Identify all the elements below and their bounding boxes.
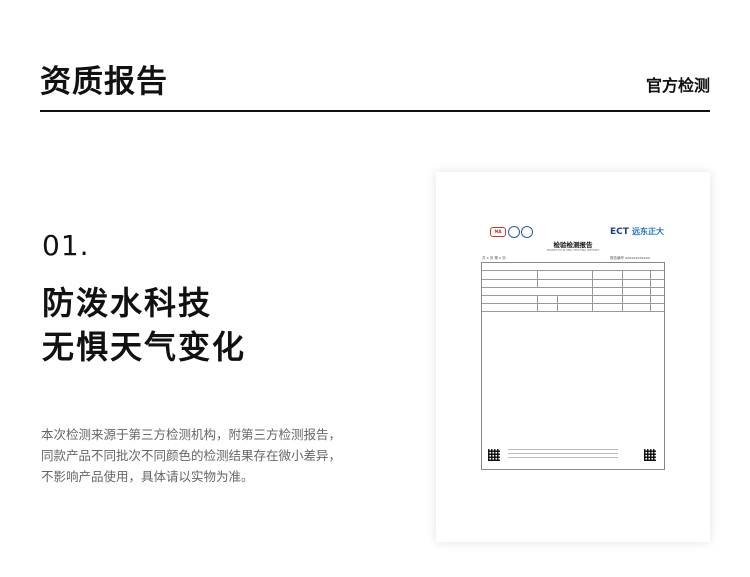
report-qr-right: [644, 449, 656, 461]
header-tag: 官方检测: [645, 76, 710, 95]
brand-logo-text: ECT: [610, 227, 629, 237]
description-line: 本次检测来源于第三方检测机构，附第三方检测报告，: [41, 427, 342, 442]
cert-seal-icon: [508, 226, 520, 238]
report-footer-line: [508, 453, 618, 454]
report-page-info: 共 x 页 第 x 页: [482, 256, 506, 260]
report-subtitle: INSPECTION AND TESTING REPORT: [546, 248, 600, 252]
brand-logo-cn: 远东正大: [632, 227, 665, 236]
table-rule: [482, 287, 664, 288]
table-rule: [557, 295, 558, 311]
report-footer-line: [508, 457, 618, 458]
report-number: 报告编号 xxxxxxxxxxxx: [610, 256, 650, 260]
report-table: [481, 262, 665, 470]
headline-line-1: 防泼水科技: [42, 284, 213, 322]
test-report-image: MA ECT 远东正大 检验检测报告 INSPECTION AND TESTIN…: [436, 172, 710, 542]
headline-line-2: 无惧天气变化: [42, 328, 247, 366]
description-line: 不影响产品使用，具体请以实物为准。: [41, 469, 254, 484]
table-rule: [482, 279, 664, 280]
cert-seal-icon: [521, 226, 533, 238]
table-rule: [482, 311, 664, 312]
table-rule: [482, 295, 664, 296]
table-rule: [622, 270, 623, 311]
header-divider: [40, 110, 710, 112]
page-title: 资质报告: [40, 64, 168, 100]
section-number: 01.: [42, 229, 90, 262]
description: 本次检测来源于第三方检测机构，附第三方检测报告， 同款产品不同批次不同颜色的检测…: [41, 424, 341, 487]
table-rule: [650, 270, 651, 311]
report-footer-line: [508, 449, 618, 450]
table-rule: [537, 270, 538, 287]
table-rule: [482, 303, 664, 304]
description-line: 同款产品不同批次不同颜色的检测结果存在微小差异，: [41, 448, 342, 463]
brand-logo: ECT 远东正大: [610, 226, 664, 237]
report-qr-left: [488, 449, 500, 461]
cma-logo: MA: [490, 227, 506, 237]
table-rule: [482, 270, 664, 271]
table-rule: [592, 270, 593, 311]
table-rule: [537, 295, 538, 311]
